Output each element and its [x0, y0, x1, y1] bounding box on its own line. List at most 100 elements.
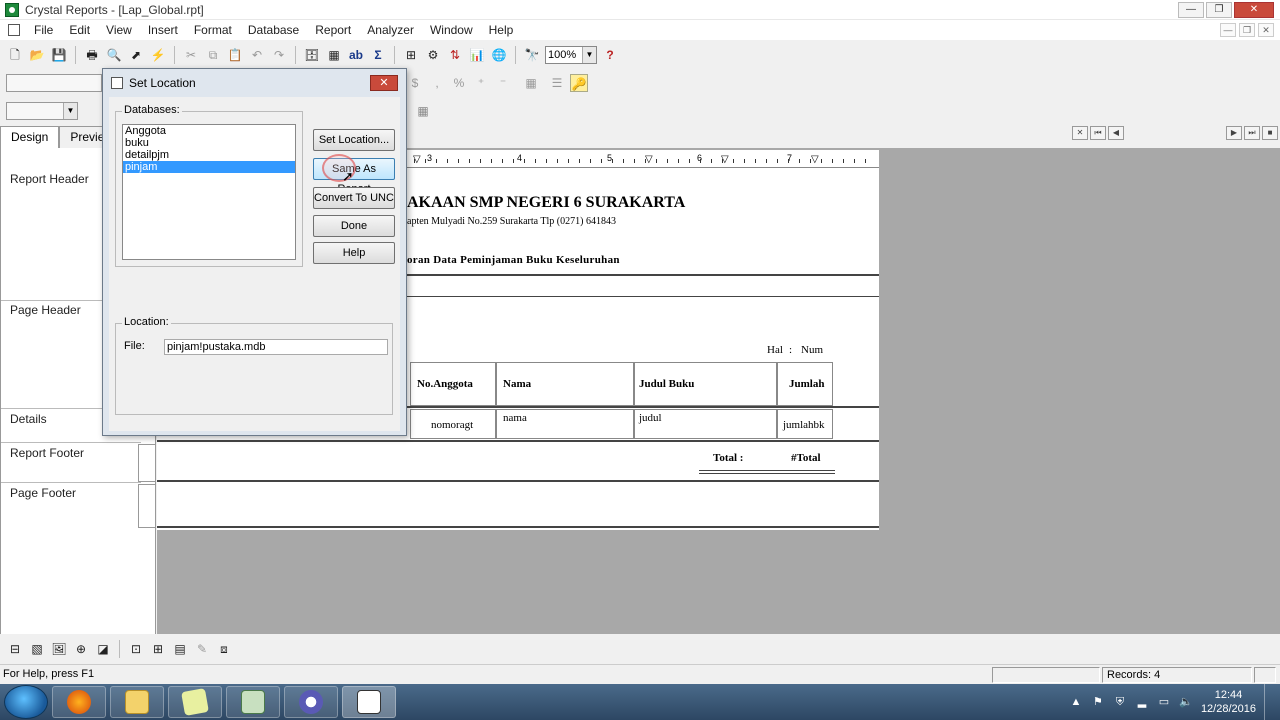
- document-icon[interactable]: [8, 24, 20, 36]
- close-button[interactable]: ✕: [1234, 2, 1274, 18]
- menu-format[interactable]: Format: [186, 20, 240, 40]
- zoom-select[interactable]: 100% ▼: [545, 46, 597, 64]
- taskbar-notes[interactable]: [168, 686, 222, 718]
- stop-icon[interactable]: ■: [1262, 126, 1278, 140]
- open-icon[interactable]: 📂: [28, 46, 46, 64]
- maximize-button[interactable]: ❐: [1206, 2, 1232, 18]
- menu-help[interactable]: Help: [481, 20, 522, 40]
- menu-database[interactable]: Database: [240, 20, 307, 40]
- taskbar-firefox[interactable]: [52, 686, 106, 718]
- databases-list[interactable]: Anggota buku detailpjm pinjam: [122, 124, 296, 260]
- dialog-close-button[interactable]: ✕: [370, 75, 398, 91]
- section-page-footer[interactable]: Page Footer: [10, 486, 76, 500]
- field-judul[interactable]: judul: [639, 412, 662, 424]
- taskbar-app[interactable]: [226, 686, 280, 718]
- total-label[interactable]: Total :: [713, 452, 743, 464]
- summary-icon[interactable]: Σ: [369, 46, 387, 64]
- menu-view[interactable]: View: [98, 20, 140, 40]
- taskbar-crystal-reports[interactable]: [342, 686, 396, 718]
- print-icon[interactable]: 🖶: [83, 46, 101, 64]
- context-help-icon[interactable]: ?: [601, 46, 619, 64]
- menu-window[interactable]: Window: [422, 20, 481, 40]
- chevron-down-icon[interactable]: ▼: [582, 47, 596, 63]
- redo-icon[interactable]: ↷: [270, 46, 288, 64]
- menu-insert[interactable]: Insert: [140, 20, 186, 40]
- doc-minimize-button[interactable]: —: [1220, 23, 1236, 37]
- field-nama[interactable]: nama: [503, 412, 527, 424]
- chevron-down-icon[interactable]: ▼: [63, 103, 77, 119]
- file-path-field[interactable]: pinjam!pustaka.mdb: [164, 339, 388, 355]
- column-header-judul-buku[interactable]: Judul Buku: [639, 378, 694, 390]
- database-expert-icon[interactable]: 🗄: [303, 46, 321, 64]
- security-icon[interactable]: ⛨: [1113, 695, 1127, 709]
- insert-flash-icon[interactable]: ✎: [193, 640, 211, 658]
- increase-decimals-icon[interactable]: ⁺: [472, 74, 490, 92]
- done-button[interactable]: Done: [313, 215, 395, 237]
- report-subtitle[interactable]: oran Data Peminjaman Buku Keseluruhan: [407, 254, 620, 266]
- list-item-database[interactable]: buku: [123, 137, 295, 149]
- list-item-database-selected[interactable]: pinjam: [123, 161, 295, 173]
- clock[interactable]: 12:44 12/28/2016: [1201, 688, 1256, 716]
- border-icon[interactable]: ▦: [522, 74, 540, 92]
- taskbar-torrent[interactable]: [284, 686, 338, 718]
- save-icon[interactable]: 💾: [50, 46, 68, 64]
- show-desktop-button[interactable]: [1264, 684, 1274, 720]
- total-field[interactable]: #Total: [791, 452, 821, 464]
- align-icon[interactable]: ☰: [548, 74, 566, 92]
- start-button[interactable]: [4, 685, 48, 719]
- list-item-database[interactable]: detailpjm: [123, 149, 295, 161]
- column-header-no-anggota[interactable]: No.Anggota: [417, 378, 473, 390]
- set-location-button[interactable]: Set Location...: [313, 129, 395, 151]
- menu-analyzer[interactable]: Analyzer: [359, 20, 422, 40]
- insert-crosstab-icon[interactable]: ⊞: [149, 640, 167, 658]
- section-report-footer[interactable]: Report Footer: [10, 446, 84, 460]
- section-report-header[interactable]: Report Header: [10, 172, 89, 186]
- insert-box-icon[interactable]: ◪: [94, 640, 112, 658]
- insert-picture-icon[interactable]: 🖼: [50, 640, 68, 658]
- doc-close-button[interactable]: ✕: [1258, 23, 1274, 37]
- field-nomoragt[interactable]: nomoragt: [431, 419, 473, 431]
- paste-icon[interactable]: 📋: [226, 46, 244, 64]
- menu-edit[interactable]: Edit: [61, 20, 98, 40]
- column-header-jumlah[interactable]: Jumlah: [789, 378, 824, 390]
- page-label[interactable]: Hal: [767, 344, 783, 356]
- find-icon[interactable]: 🔭: [523, 46, 541, 64]
- tab-design[interactable]: Design: [0, 126, 60, 149]
- page-number-field[interactable]: Num: [801, 344, 823, 356]
- lock-format-icon[interactable]: 🔑: [570, 74, 588, 92]
- next-page-icon[interactable]: ▶: [1226, 126, 1242, 140]
- minimize-button[interactable]: —: [1178, 2, 1204, 18]
- field-jumlahbk[interactable]: jumlahbk: [783, 419, 825, 431]
- refresh-icon[interactable]: ⚡: [149, 46, 167, 64]
- map-icon[interactable]: 🌐: [490, 46, 508, 64]
- insert-text-icon[interactable]: ⊟: [6, 640, 24, 658]
- list-item-database[interactable]: Anggota: [123, 125, 295, 137]
- select-expert-icon[interactable]: ⚙: [424, 46, 442, 64]
- decrease-decimals-icon[interactable]: ⁻: [494, 74, 512, 92]
- new-icon[interactable]: 🗋: [6, 46, 24, 64]
- monitor-icon[interactable]: ▭: [1157, 695, 1171, 709]
- section-details[interactable]: Details: [10, 412, 47, 426]
- insert-table-icon[interactable]: ▤: [171, 640, 189, 658]
- font-name-select[interactable]: [6, 74, 102, 92]
- insert-olap-icon[interactable]: ⧈: [215, 640, 233, 658]
- insert-subreport-icon[interactable]: ⊡: [127, 640, 145, 658]
- percent-icon[interactable]: %: [450, 74, 468, 92]
- ruler-tab-icon[interactable]: ▽: [645, 154, 653, 165]
- print-preview-icon[interactable]: 🔍: [105, 46, 123, 64]
- text-object-icon[interactable]: ab: [347, 46, 365, 64]
- font-size-select[interactable]: ▼: [6, 102, 78, 120]
- thousands-icon[interactable]: ,: [428, 74, 446, 92]
- insert-group-icon[interactable]: ⊞: [402, 46, 420, 64]
- taskbar-explorer[interactable]: [110, 686, 164, 718]
- field-explorer-icon[interactable]: ▦: [325, 46, 343, 64]
- currency-icon[interactable]: $: [406, 74, 424, 92]
- report-address[interactable]: apten Mulyadi No.259 Surakarta Tlp (0271…: [407, 216, 616, 227]
- undo-icon[interactable]: ↶: [248, 46, 266, 64]
- cut-icon[interactable]: ✂: [182, 46, 200, 64]
- volume-icon[interactable]: 🔈: [1179, 695, 1193, 709]
- export-icon[interactable]: ⬈: [127, 46, 145, 64]
- menu-report[interactable]: Report: [307, 20, 359, 40]
- last-page-icon[interactable]: ⏭: [1244, 126, 1260, 140]
- insert-field-icon[interactable]: ▧: [28, 640, 46, 658]
